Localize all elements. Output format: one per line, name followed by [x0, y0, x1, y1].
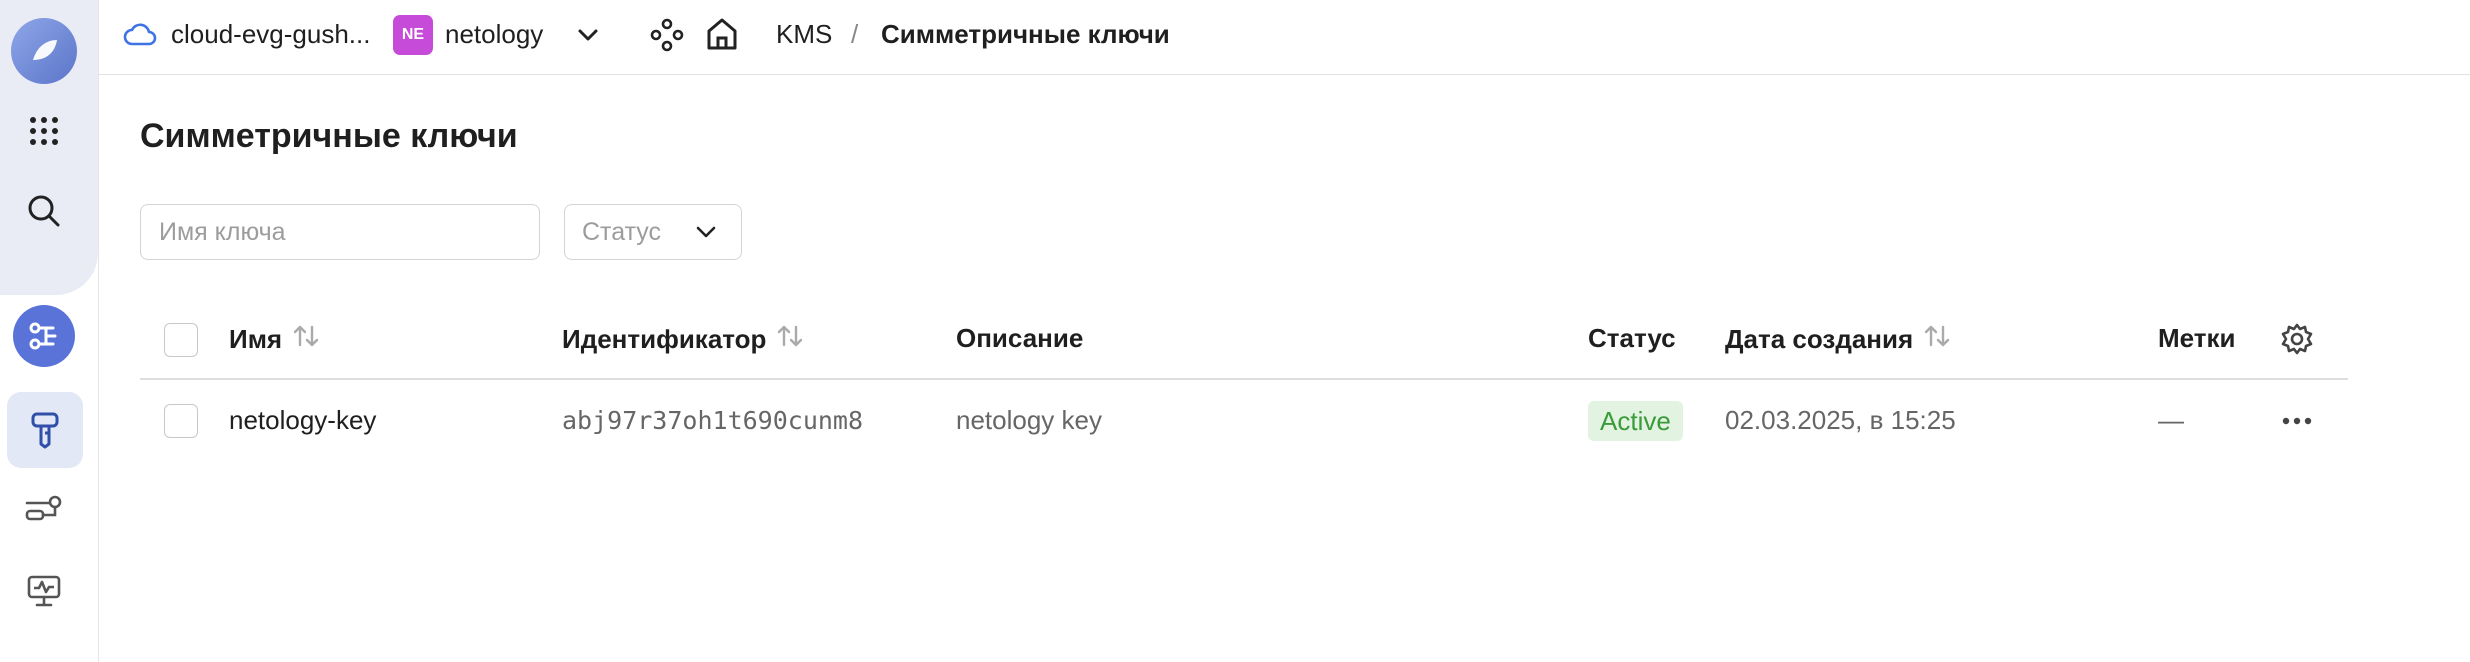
cloud-name[interactable]: cloud-evg-gush...: [171, 19, 370, 50]
sort-icon[interactable]: [1923, 323, 1951, 356]
key-id[interactable]: abj97r37oh1t690cunm8: [562, 406, 863, 435]
more-icon[interactable]: [2280, 408, 2314, 439]
gear-icon[interactable]: [2280, 322, 2314, 361]
page: cloud-evg-gush... NE netology KMS / Симм…: [0, 0, 2470, 662]
column-description-label: Описание: [956, 323, 1084, 353]
table-header-divider: [140, 378, 2348, 380]
keys-icon[interactable]: [14, 481, 74, 541]
services-icon[interactable]: [13, 305, 75, 367]
key-name[interactable]: netology-key: [229, 405, 376, 436]
search-placeholder: Имя ключа: [159, 217, 286, 246]
key-description: netology key: [956, 405, 1102, 435]
column-id-label: Идентификатор: [562, 324, 767, 354]
home-icon[interactable]: [705, 16, 739, 57]
column-status-label: Статус: [1588, 323, 1676, 353]
cloud-icon: [123, 20, 157, 53]
column-created-label: Дата создания: [1725, 324, 1914, 354]
page-title: Симметричные ключи: [140, 117, 518, 155]
select-all-checkbox[interactable]: [164, 323, 198, 357]
top-bar: cloud-evg-gush... NE netology KMS / Симм…: [99, 0, 2470, 75]
column-name-label: Имя: [229, 324, 283, 354]
status-badge: Active: [1588, 401, 1683, 441]
status-placeholder: Статус: [582, 217, 662, 246]
key-created-date: 02.03.2025, в 15:25: [1725, 405, 1956, 435]
breadcrumb-kms[interactable]: KMS: [776, 19, 832, 50]
left-nav-rail: [0, 0, 99, 662]
row-checkbox[interactable]: [164, 404, 198, 438]
column-header-status: Статус: [1588, 323, 1676, 354]
search-icon[interactable]: [14, 181, 74, 241]
status-select[interactable]: Статус: [564, 204, 742, 260]
sort-icon[interactable]: [292, 323, 320, 356]
column-header-name[interactable]: Имя: [229, 323, 320, 356]
chevron-down-icon[interactable]: [575, 22, 601, 53]
org-name[interactable]: netology: [445, 19, 543, 50]
column-header-labels: Метки: [2158, 323, 2236, 354]
column-header-created[interactable]: Дата создания: [1725, 323, 1951, 356]
sort-icon[interactable]: [776, 323, 804, 356]
breadcrumb-current: Симметричные ключи: [881, 19, 1170, 49]
key-labels: —: [2158, 405, 2184, 435]
graph-icon[interactable]: [650, 18, 684, 57]
kms-key-icon[interactable]: [7, 392, 83, 468]
column-labels-label: Метки: [2158, 323, 2236, 353]
breadcrumb-separator: /: [851, 19, 859, 49]
org-badge: NE: [393, 15, 433, 55]
search-input[interactable]: Имя ключа: [140, 204, 540, 260]
apps-grid-icon[interactable]: [14, 101, 74, 161]
chevron-down-icon: [693, 219, 719, 252]
logo-icon[interactable]: [11, 18, 77, 84]
column-header-id[interactable]: Идентификатор: [562, 323, 804, 356]
column-header-description: Описание: [956, 323, 1083, 354]
monitoring-icon[interactable]: [14, 561, 74, 621]
